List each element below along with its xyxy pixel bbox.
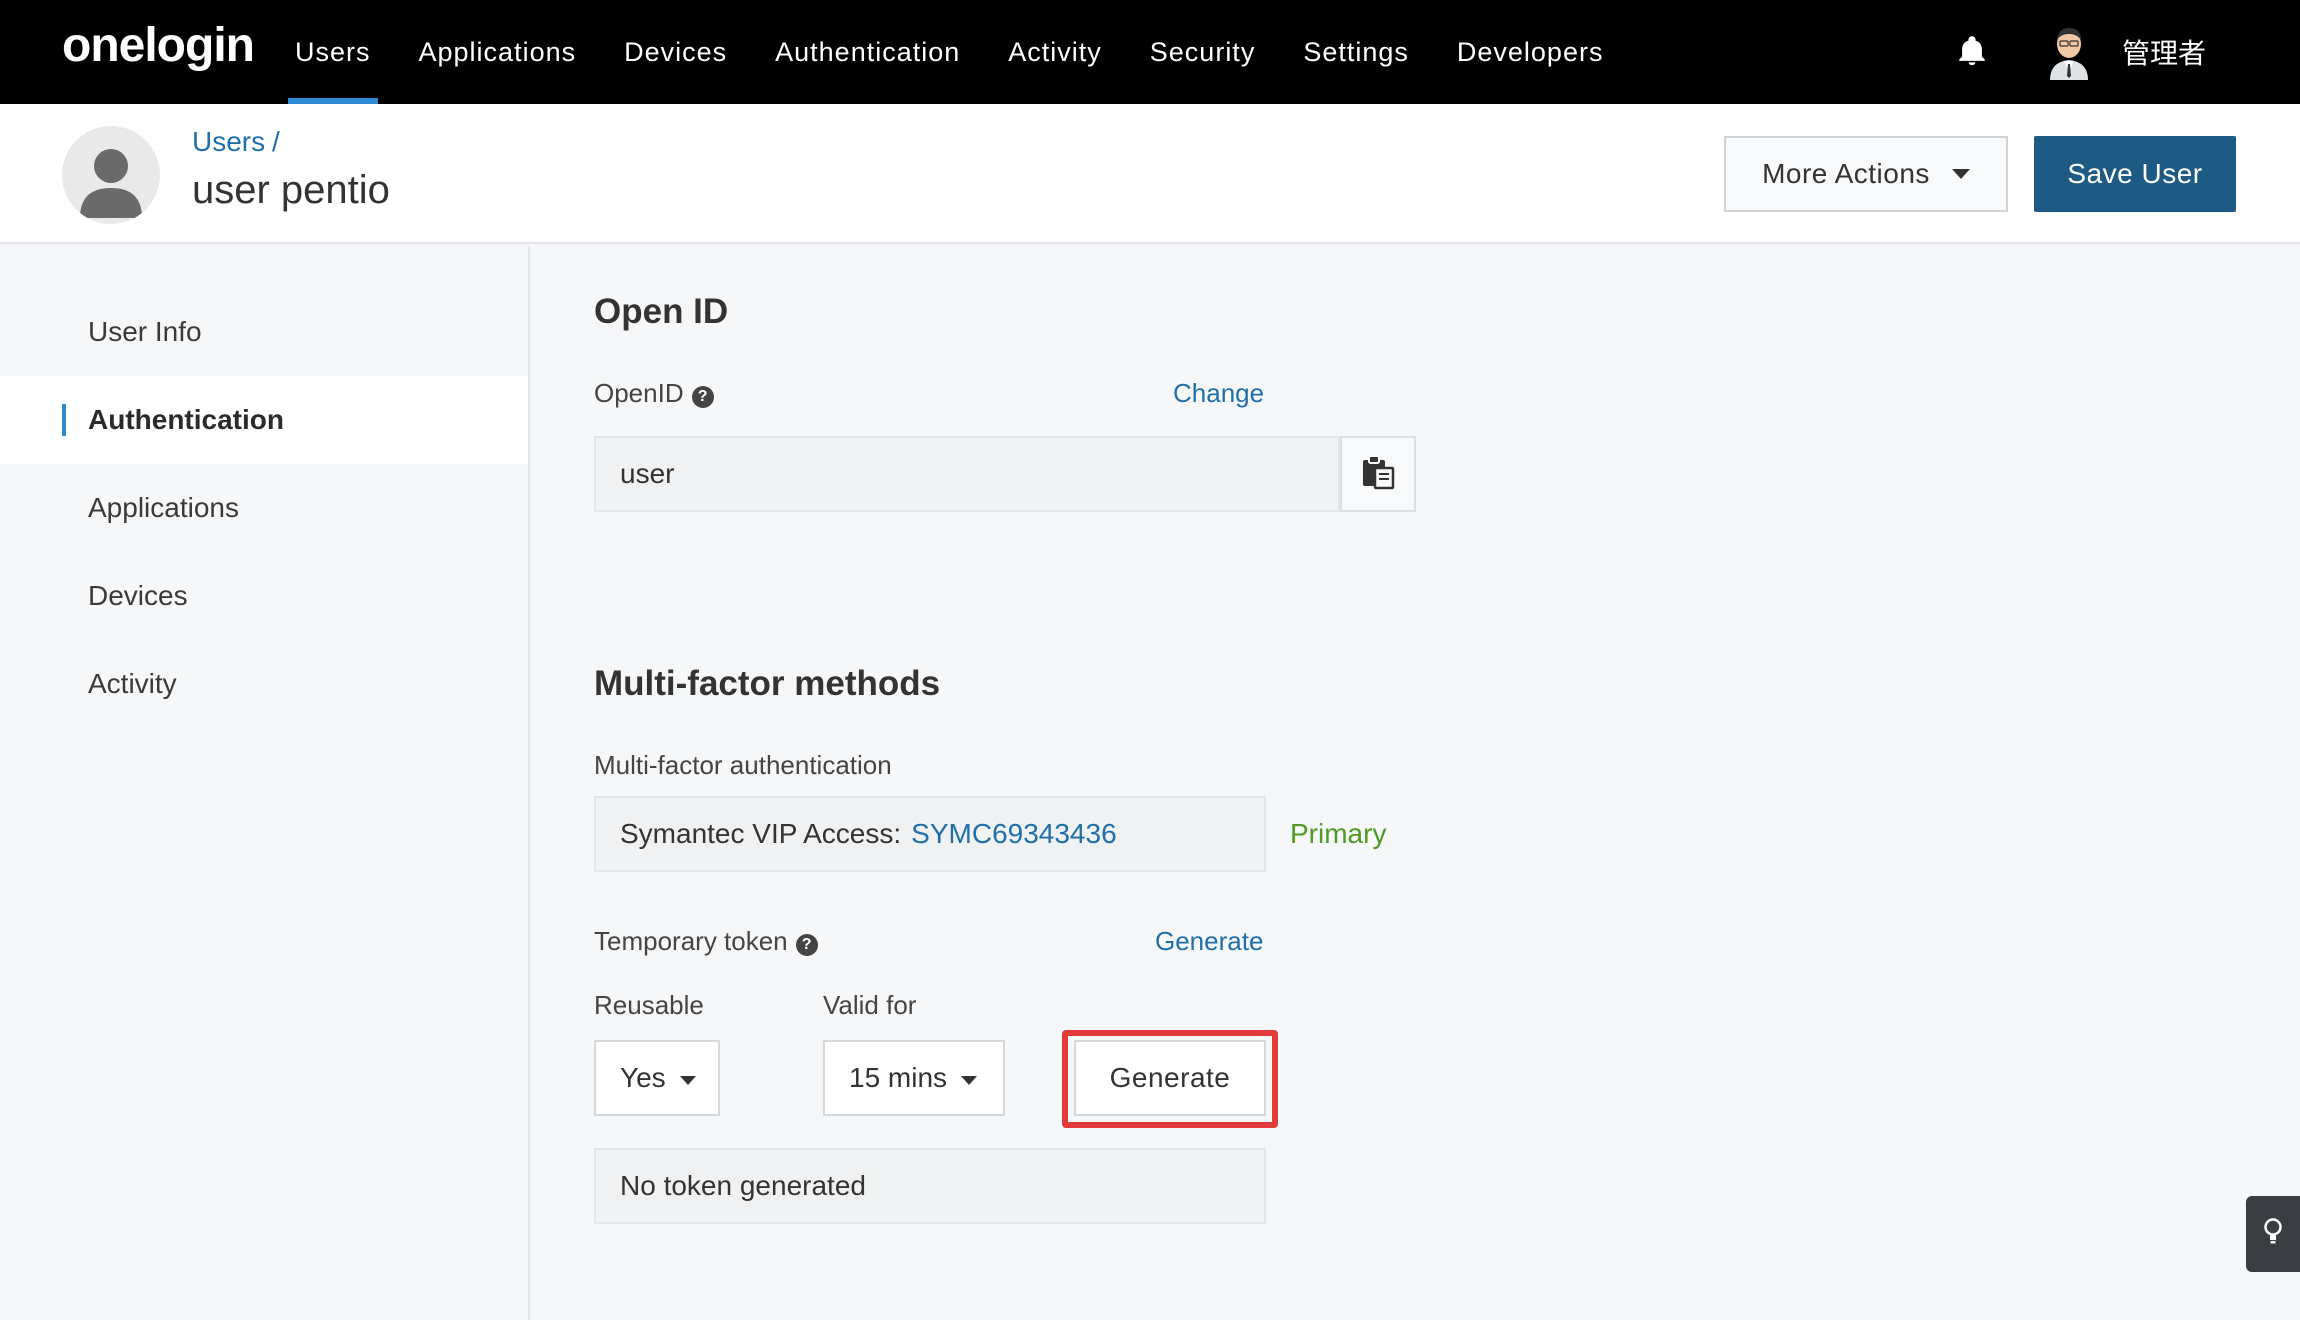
openid-label-text: OpenID — [594, 378, 684, 408]
primary-badge: Primary — [1290, 818, 1387, 849]
more-actions-label: More Actions — [1762, 158, 1930, 189]
token-status-field: No token generated — [594, 1148, 1266, 1224]
sidebar-item-applications[interactable]: Applications — [0, 464, 528, 552]
page-title: user pentio — [192, 168, 390, 212]
openid-change-link[interactable]: Change — [1173, 378, 1264, 409]
generate-link[interactable]: Generate — [1155, 926, 1263, 957]
caret-down-icon — [961, 1075, 978, 1085]
nav-settings[interactable]: Settings — [1284, 0, 1428, 104]
generate-button[interactable]: Generate — [1074, 1040, 1266, 1116]
top-nav: onelogin Users Applications Devices Auth… — [0, 0, 2300, 104]
nav-devices[interactable]: Devices — [605, 0, 746, 104]
reusable-value: Yes — [620, 1062, 666, 1093]
nav-security[interactable]: Security — [1131, 0, 1275, 104]
valid-for-label: Valid for — [823, 990, 917, 1020]
page-header: Users / user pentio More Actions Save Us… — [0, 104, 2300, 244]
openid-label: OpenID? — [594, 378, 714, 409]
mfa-method-field: Symantec VIP Access: SYMC69343436 — [594, 796, 1266, 872]
mfa-method-name: Symantec VIP Access: — [620, 818, 902, 849]
nav-users[interactable]: Users — [276, 0, 390, 104]
bell-icon[interactable] — [1955, 34, 1989, 68]
nav-authentication[interactable]: Authentication — [756, 0, 979, 104]
nav-developers[interactable]: Developers — [1438, 0, 1623, 104]
save-user-button[interactable]: Save User — [2034, 136, 2236, 212]
copy-button[interactable] — [1340, 436, 1416, 512]
admin-avatar[interactable] — [2044, 20, 2094, 80]
valid-for-value: 15 mins — [849, 1062, 948, 1093]
mfa-method-id-link[interactable]: SYMC69343436 — [911, 818, 1116, 850]
temp-token-label: Temporary token? — [594, 926, 818, 957]
token-status: No token generated — [620, 1170, 866, 1201]
reusable-label: Reusable — [594, 990, 704, 1020]
sidebar-item-activity[interactable]: Activity — [0, 640, 528, 728]
reusable-select[interactable]: Yes — [594, 1040, 720, 1116]
caret-down-icon — [679, 1075, 696, 1085]
lightbulb-icon — [2262, 1217, 2284, 1252]
main-nav: Users Applications Devices Authenticatio… — [276, 0, 1632, 104]
openid-value: user — [620, 458, 675, 489]
nav-activity[interactable]: Activity — [989, 0, 1121, 104]
openid-section-title: Open ID — [594, 292, 729, 331]
openid-field: user — [594, 436, 1340, 512]
onelogin-logo[interactable]: onelogin — [62, 18, 255, 73]
lightbulb-button[interactable] — [2246, 1196, 2300, 1272]
nav-applications[interactable]: Applications — [400, 0, 596, 104]
user-avatar — [62, 126, 160, 224]
more-actions-button[interactable]: More Actions — [1724, 136, 2008, 212]
temp-token-label-text: Temporary token — [594, 926, 788, 956]
sidebar-item-devices[interactable]: Devices — [0, 552, 528, 640]
sidebar-item-authentication[interactable]: Authentication — [0, 376, 528, 464]
sidebar-item-user-info[interactable]: User Info — [0, 288, 528, 376]
clipboard-icon — [1361, 454, 1395, 495]
mfa-section-title: Multi-factor methods — [594, 664, 941, 703]
valid-for-select[interactable]: 15 mins — [823, 1040, 1005, 1116]
help-icon[interactable]: ? — [691, 386, 714, 408]
admin-name[interactable]: 管理者 — [2122, 32, 2206, 72]
breadcrumb-users-link[interactable]: Users — [192, 126, 265, 158]
help-icon[interactable]: ? — [795, 934, 818, 956]
sidebar: User Info Authentication Applications De… — [0, 246, 530, 1320]
caret-down-icon — [1951, 169, 1970, 179]
breadcrumb-separator: / — [272, 126, 280, 157]
mfa-label: Multi-factor authentication — [594, 750, 892, 780]
